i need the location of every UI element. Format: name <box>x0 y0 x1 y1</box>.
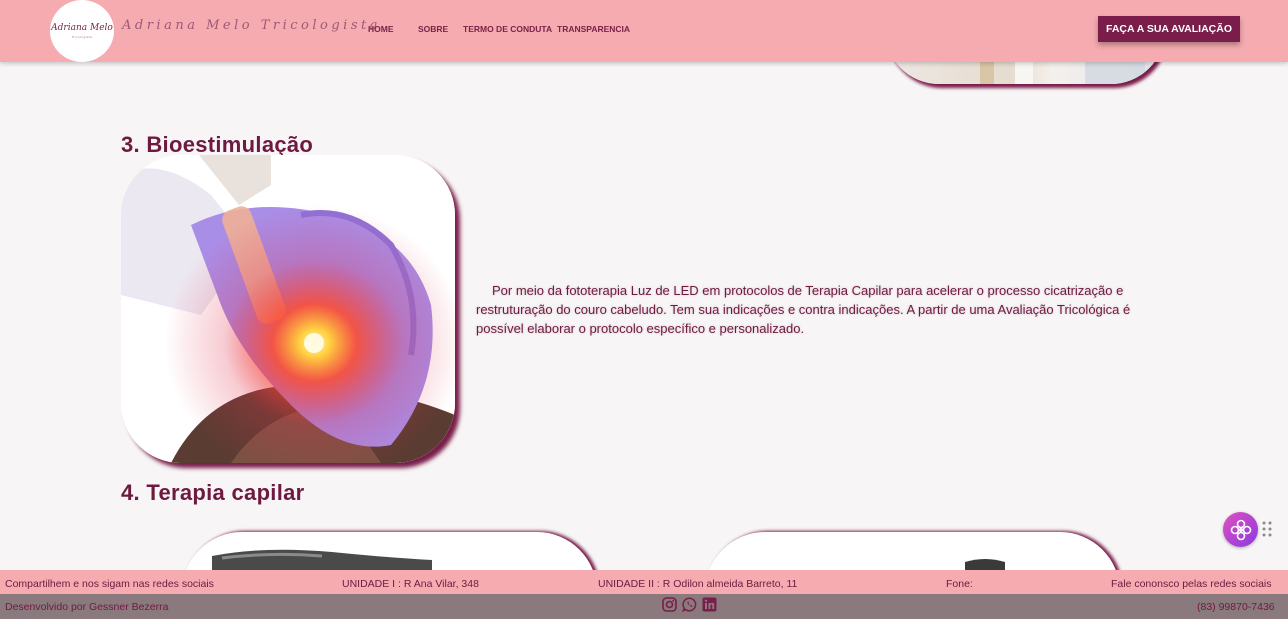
brand-name: Adriana Melo Tricologista <box>122 18 381 33</box>
cta-evaluation-button[interactable]: FAÇA A SUA AVALIAÇÃO <box>1098 16 1240 42</box>
nav-home[interactable]: HOME <box>368 24 394 34</box>
nav-transparencia[interactable]: TRANSPARENCIA <box>557 24 630 34</box>
section-4-title: 4. Terapia capilar <box>121 480 305 505</box>
footer-unit-1: UNIDADE I : R Ana Vilar, 348 <box>342 578 479 590</box>
footer-phone-label: Fone: <box>946 578 973 590</box>
whatsapp-icon[interactable] <box>682 597 697 612</box>
logo[interactable]: Adriana Melo Tricologista <box>50 0 114 62</box>
footer-bottom-bar <box>0 594 1288 619</box>
footer-share-text: Compartilhem e nos sigam nas redes socia… <box>5 578 214 590</box>
drag-handle-icon[interactable] <box>1262 520 1272 538</box>
footer-developer-credit: Desenvolvido por Gessner Bezerra <box>5 601 169 613</box>
footer-phone-number: (83) 99870-7436 <box>1197 601 1275 613</box>
linkedin-icon[interactable] <box>702 597 717 612</box>
section-3-description: Por meio da fototerapia Luz de LED em pr… <box>476 283 1131 336</box>
instagram-icon[interactable] <box>662 597 677 612</box>
accessibility-widget-icon[interactable] <box>1223 512 1258 547</box>
logo-subtitle: Tricologista <box>71 34 93 39</box>
nav-termo-de-conduta[interactable]: TERMO DE CONDUTA <box>463 24 552 34</box>
nav-sobre[interactable]: SOBRE <box>418 24 448 34</box>
site-header: Adriana Melo Tricologista Adriana Melo T… <box>0 0 1288 62</box>
bioestimulation-image <box>121 155 455 463</box>
footer-unit-2: UNIDADE II : R Odilon almeida Barreto, 1… <box>598 578 798 590</box>
footer-contact-text: Fale cononsco pelas redes sociais <box>1111 578 1272 590</box>
logo-mark: Adriana Melo <box>51 22 113 33</box>
